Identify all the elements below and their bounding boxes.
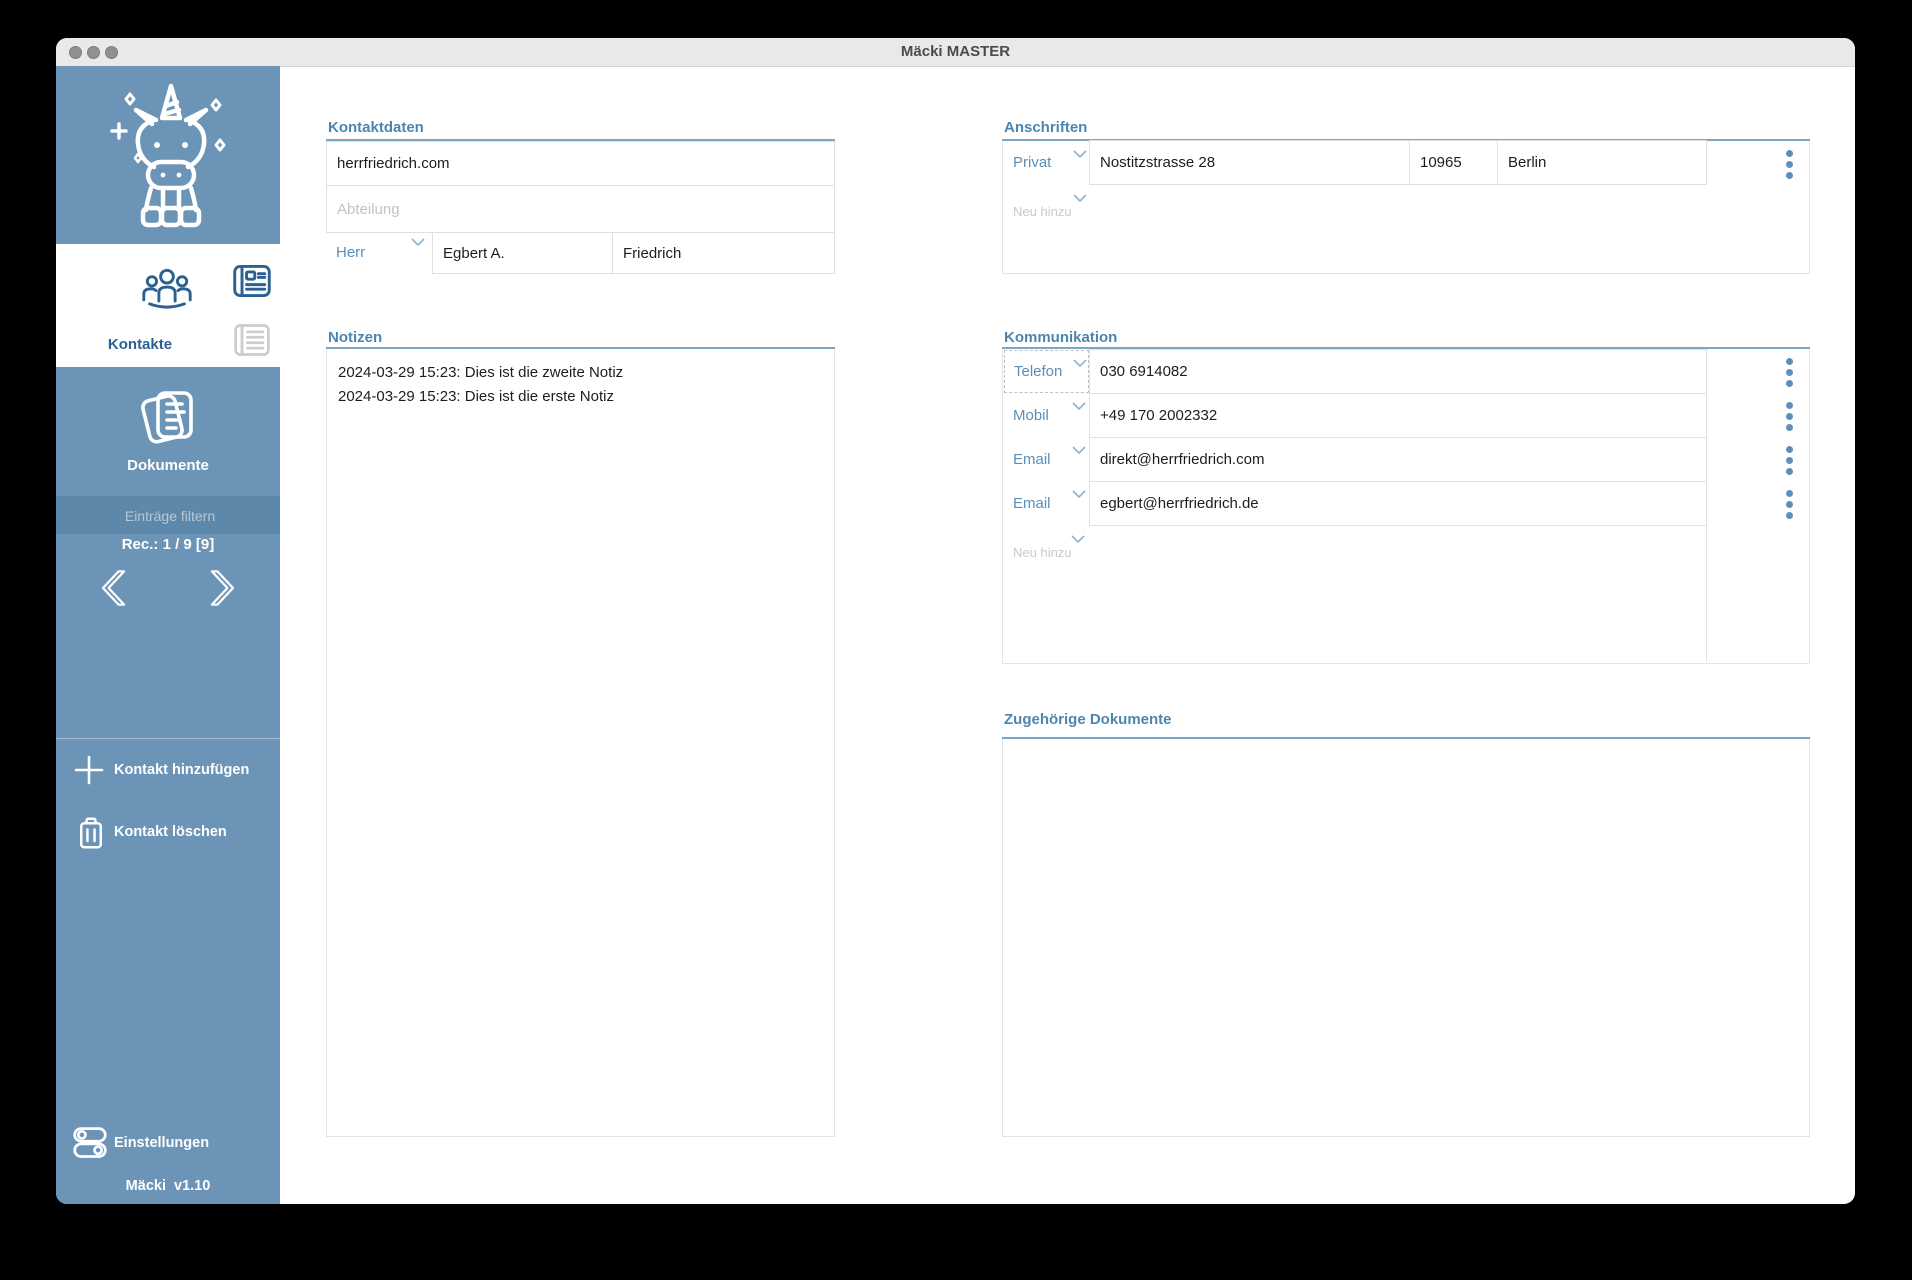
anschriften-heading: Anschriften bbox=[1004, 119, 1088, 136]
next-record-button[interactable] bbox=[204, 568, 242, 608]
company-field[interactable]: herrfriedrich.com bbox=[326, 141, 835, 186]
screen: Mäcki MASTER Kontakte Dokumente Einträge… bbox=[0, 0, 1912, 1280]
comm-type-dropdown[interactable]: Email bbox=[1004, 482, 1089, 525]
titlebar: Mäcki MASTER bbox=[56, 38, 1855, 67]
unicorn-logo-icon bbox=[110, 83, 226, 228]
salutation-value: Herr bbox=[336, 244, 366, 261]
street-field[interactable]: Nostitzstrasse 28 bbox=[1089, 140, 1410, 185]
plus-icon bbox=[74, 755, 104, 785]
notes-area[interactable]: 2024-03-29 15:23: Dies ist die zweite No… bbox=[326, 349, 835, 1137]
comm-type-value: Email bbox=[1013, 495, 1051, 512]
app-version: Mäcki v1.10 bbox=[125, 1178, 211, 1194]
comm-value: egbert@herrfriedrich.de bbox=[1100, 495, 1259, 512]
notizen-heading: Notizen bbox=[328, 329, 383, 346]
comm-type-value: Email bbox=[1013, 451, 1051, 468]
first-name-value: Egbert A. bbox=[443, 244, 505, 262]
record-counter: Rec.: 1 / 9 [9] bbox=[121, 536, 215, 553]
comm-type-value: Mobil bbox=[1013, 407, 1049, 424]
filter-bar bbox=[56, 496, 284, 536]
last-name-value: Friedrich bbox=[623, 244, 682, 262]
contact-card-icon[interactable] bbox=[232, 260, 272, 302]
people-group-icon bbox=[142, 268, 192, 309]
last-name-field[interactable]: Friedrich bbox=[612, 232, 835, 274]
address-row-menu-button[interactable] bbox=[1786, 150, 1794, 179]
comm-type-dropdown[interactable]: Email bbox=[1004, 438, 1089, 481]
department-placeholder: Abteilung bbox=[337, 200, 400, 218]
first-name-field[interactable]: Egbert A. bbox=[432, 232, 613, 274]
chevron-down-icon bbox=[1073, 150, 1087, 159]
window-title: Mäcki MASTER bbox=[900, 43, 1011, 60]
kontaktdaten-heading: Kontaktdaten bbox=[328, 119, 424, 136]
name-row: Herr Egbert A. Friedrich bbox=[326, 232, 835, 274]
sidebar-item-dokumente-label: Dokumente bbox=[127, 457, 209, 474]
address-type-value: Privat bbox=[1013, 154, 1052, 171]
department-field[interactable]: Abteilung bbox=[326, 185, 835, 233]
documents-icon bbox=[141, 391, 193, 444]
add-contact-button[interactable]: Kontakt hinzufügen bbox=[56, 752, 280, 788]
addresses-box: Privat Nostitzstrasse 28 10965 Berlin Ne… bbox=[1002, 140, 1810, 274]
kommunikation-heading: Kommunikation bbox=[1004, 329, 1118, 346]
comm-row-menu-button[interactable] bbox=[1786, 490, 1794, 519]
settings-button[interactable]: Einstellungen bbox=[56, 1125, 280, 1161]
comm-type-dropdown[interactable]: Mobil bbox=[1004, 394, 1089, 437]
sidebar-item-kontakte-label: Kontakte bbox=[107, 336, 173, 353]
chevron-down-icon bbox=[1072, 490, 1086, 499]
comm-value: +49 170 2002332 bbox=[1100, 407, 1218, 424]
chevron-down-icon bbox=[1073, 194, 1087, 203]
sidebar-divider bbox=[56, 738, 280, 739]
comm-row-menu-button[interactable] bbox=[1786, 446, 1794, 475]
comm-type-dropdown[interactable]: Telefon bbox=[1004, 350, 1089, 393]
previous-record-button[interactable] bbox=[94, 568, 132, 608]
sidebar-item-dokumente[interactable]: Dokumente bbox=[56, 367, 280, 496]
add-contact-label: Kontakt hinzufügen bbox=[114, 762, 250, 778]
comm-row-menu-button[interactable] bbox=[1786, 358, 1794, 387]
communication-box: Telefon 030 6914082 Mobil +49 170 200233… bbox=[1002, 349, 1810, 664]
comm-row-menu-button[interactable] bbox=[1786, 402, 1794, 431]
trash-icon bbox=[79, 817, 103, 849]
chevron-down-icon bbox=[1072, 446, 1086, 455]
app-window: Mäcki MASTER Kontakte Dokumente Einträge… bbox=[56, 38, 1855, 1204]
dokumente-section-heading: Zugehörige Dokumente bbox=[1004, 711, 1172, 728]
city-field[interactable]: Berlin bbox=[1497, 140, 1707, 185]
sidebar: Kontakte Dokumente Einträge filtern Rec.… bbox=[56, 66, 284, 1204]
sidebar-item-kontakte[interactable]: Kontakte bbox=[56, 244, 280, 367]
comm-value-field[interactable]: direkt@herrfriedrich.com bbox=[1089, 437, 1707, 482]
salutation-dropdown[interactable]: Herr bbox=[326, 232, 432, 274]
address-type-dropdown[interactable]: Privat bbox=[1003, 141, 1089, 185]
chevron-down-icon bbox=[411, 238, 425, 247]
company-value: herrfriedrich.com bbox=[337, 155, 450, 172]
delete-contact-label: Kontakt löschen bbox=[114, 824, 227, 840]
street-value: Nostitzstrasse 28 bbox=[1100, 154, 1216, 171]
comm-type-value: Telefon bbox=[1014, 363, 1063, 380]
add-communication-button[interactable]: Neu hinzu bbox=[1013, 545, 1072, 560]
note-item: 2024-03-29 15:23: Dies ist die erste Not… bbox=[338, 388, 614, 405]
chevron-down-icon bbox=[1071, 535, 1085, 544]
delete-contact-button[interactable]: Kontakt löschen bbox=[56, 814, 280, 850]
note-item: 2024-03-29 15:23: Dies ist die zweite No… bbox=[338, 364, 624, 381]
toggles-icon bbox=[73, 1127, 107, 1158]
filter-input[interactable] bbox=[56, 496, 284, 536]
settings-label: Einstellungen bbox=[114, 1135, 210, 1151]
related-documents-area[interactable] bbox=[1002, 739, 1810, 1137]
document-list-icon[interactable] bbox=[232, 320, 272, 360]
comm-value-field[interactable]: +49 170 2002332 bbox=[1089, 393, 1707, 438]
comm-value: 030 6914082 bbox=[1100, 363, 1188, 380]
zip-field[interactable]: 10965 bbox=[1409, 140, 1498, 185]
city-value: Berlin bbox=[1508, 154, 1547, 171]
chevron-down-icon bbox=[1072, 402, 1086, 411]
comm-value: direkt@herrfriedrich.com bbox=[1100, 451, 1265, 468]
chevron-down-icon bbox=[1073, 359, 1087, 368]
comm-value-field[interactable]: 030 6914082 bbox=[1089, 349, 1707, 394]
zip-value: 10965 bbox=[1420, 154, 1462, 171]
add-address-button[interactable]: Neu hinzu bbox=[1013, 204, 1072, 219]
comm-value-field[interactable]: egbert@herrfriedrich.de bbox=[1089, 481, 1707, 526]
